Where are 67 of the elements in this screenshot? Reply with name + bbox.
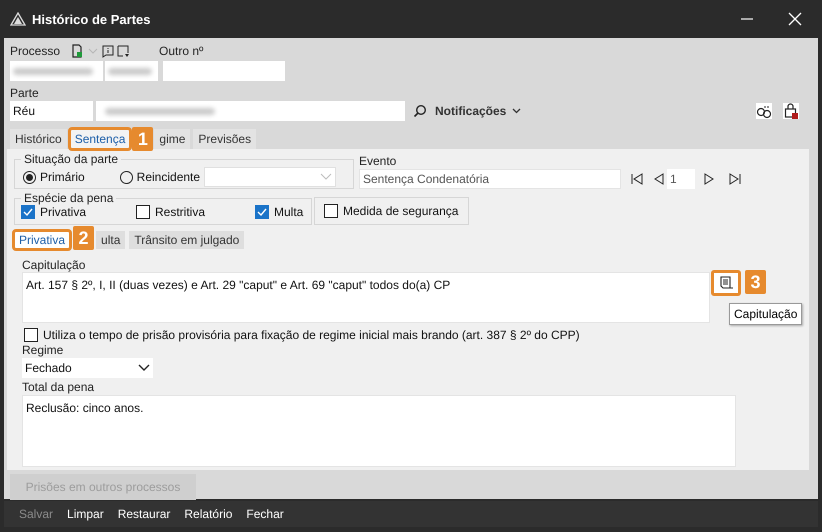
app-logo-icon: [10, 12, 26, 26]
sub-tab[interactable]: Trânsito em julgado: [129, 231, 244, 249]
chevron-down-icon: [138, 364, 150, 372]
tab[interactable]: Sentença: [70, 129, 130, 149]
party-name-field[interactable]: [96, 101, 405, 121]
capitulation-field[interactable]: Art. 157 § 2º, I, II (duas vezes) e Art. 29 "caput" e Art. 69 "caput" todos do(a) CP: [22, 272, 710, 323]
event-field[interactable]: Sentença Condenatória: [359, 169, 621, 189]
checkbox[interactable]: [136, 205, 150, 219]
first-page-icon[interactable]: [631, 173, 643, 185]
footer-button[interactable]: Restaurar: [112, 505, 176, 523]
checkbox[interactable]: [255, 205, 269, 219]
field-label: Capitulação: [22, 258, 86, 272]
field-label: Evento: [359, 154, 398, 168]
window-title: Histórico de Partes: [32, 12, 152, 26]
tab[interactable]: gime: [154, 129, 190, 149]
close-icon[interactable]: [788, 12, 802, 26]
tab[interactable]: Histórico: [10, 129, 67, 149]
tab[interactable]: Previsões: [193, 129, 256, 149]
total-sentence-field[interactable]: Reclusão: cinco anos.: [22, 395, 736, 467]
next-icon[interactable]: [704, 173, 714, 185]
dropdown-field[interactable]: [204, 167, 336, 187]
checkbox[interactable]: [21, 205, 35, 219]
notifications-dropdown[interactable]: Notificações: [435, 104, 522, 118]
field-label: Outro nº: [159, 44, 204, 58]
field-label: Regime: [22, 343, 64, 357]
checkbox-label: Privativa: [40, 205, 86, 219]
group-label: Espécie da pena: [23, 191, 114, 205]
last-page-icon[interactable]: [729, 173, 741, 185]
handcuffs-icon[interactable]: [756, 103, 772, 119]
footer-button[interactable]: Limpar: [62, 505, 109, 523]
radio-label: Reincidente: [136, 170, 200, 184]
search-icon[interactable]: [413, 104, 427, 118]
radio-label: Primário: [40, 170, 85, 184]
field-label: Parte: [10, 86, 40, 100]
radio-button[interactable]: [120, 170, 133, 184]
download-document-icon[interactable]: [117, 44, 129, 58]
group-label: Situação da parte: [23, 152, 120, 166]
sub-tab[interactable]: Privativa: [14, 231, 70, 249]
chevron-down-icon: [320, 173, 332, 181]
other-number-field[interactable]: [163, 61, 285, 81]
regime-dropdown[interactable]: Fechado: [22, 358, 153, 378]
checkbox-label: Medida de segurança: [343, 204, 458, 218]
sub-tab[interactable]: ulta: [96, 231, 126, 249]
chevron-down-icon: [512, 108, 522, 114]
footer-button[interactable]: Relatório: [179, 505, 238, 523]
previous-icon[interactable]: [654, 173, 664, 185]
lock-icon[interactable]: [783, 103, 799, 119]
field-label: Total da pena: [22, 380, 96, 394]
checkbox-label: Utiliza o tempo de prisão provisória para fixação de regime inicial mais brando (art. 387 § 2º do CPP): [43, 328, 580, 342]
checkbox[interactable]: [324, 204, 338, 218]
tooltip: Capitulação: [729, 303, 802, 325]
field-label: Processo: [10, 44, 62, 58]
callout-badge: 1: [132, 127, 154, 151]
page-field[interactable]: 1: [667, 169, 695, 189]
process-number-field[interactable]: [10, 61, 103, 81]
info-document-icon[interactable]: [102, 44, 114, 58]
footer-button[interactable]: Fechar: [241, 505, 289, 523]
radio-button[interactable]: [23, 170, 36, 184]
party-type-field[interactable]: Réu: [10, 101, 93, 121]
callout-badge: 3: [745, 270, 766, 294]
document-icon[interactable]: [70, 44, 84, 58]
callout-badge: 2: [73, 226, 94, 250]
checkbox-label: Multa: [274, 205, 304, 219]
document-list-icon: [718, 276, 734, 290]
checkbox[interactable]: [24, 328, 38, 342]
process-suffix-field[interactable]: [105, 61, 158, 81]
checkbox-label: Restritiva: [155, 205, 206, 219]
